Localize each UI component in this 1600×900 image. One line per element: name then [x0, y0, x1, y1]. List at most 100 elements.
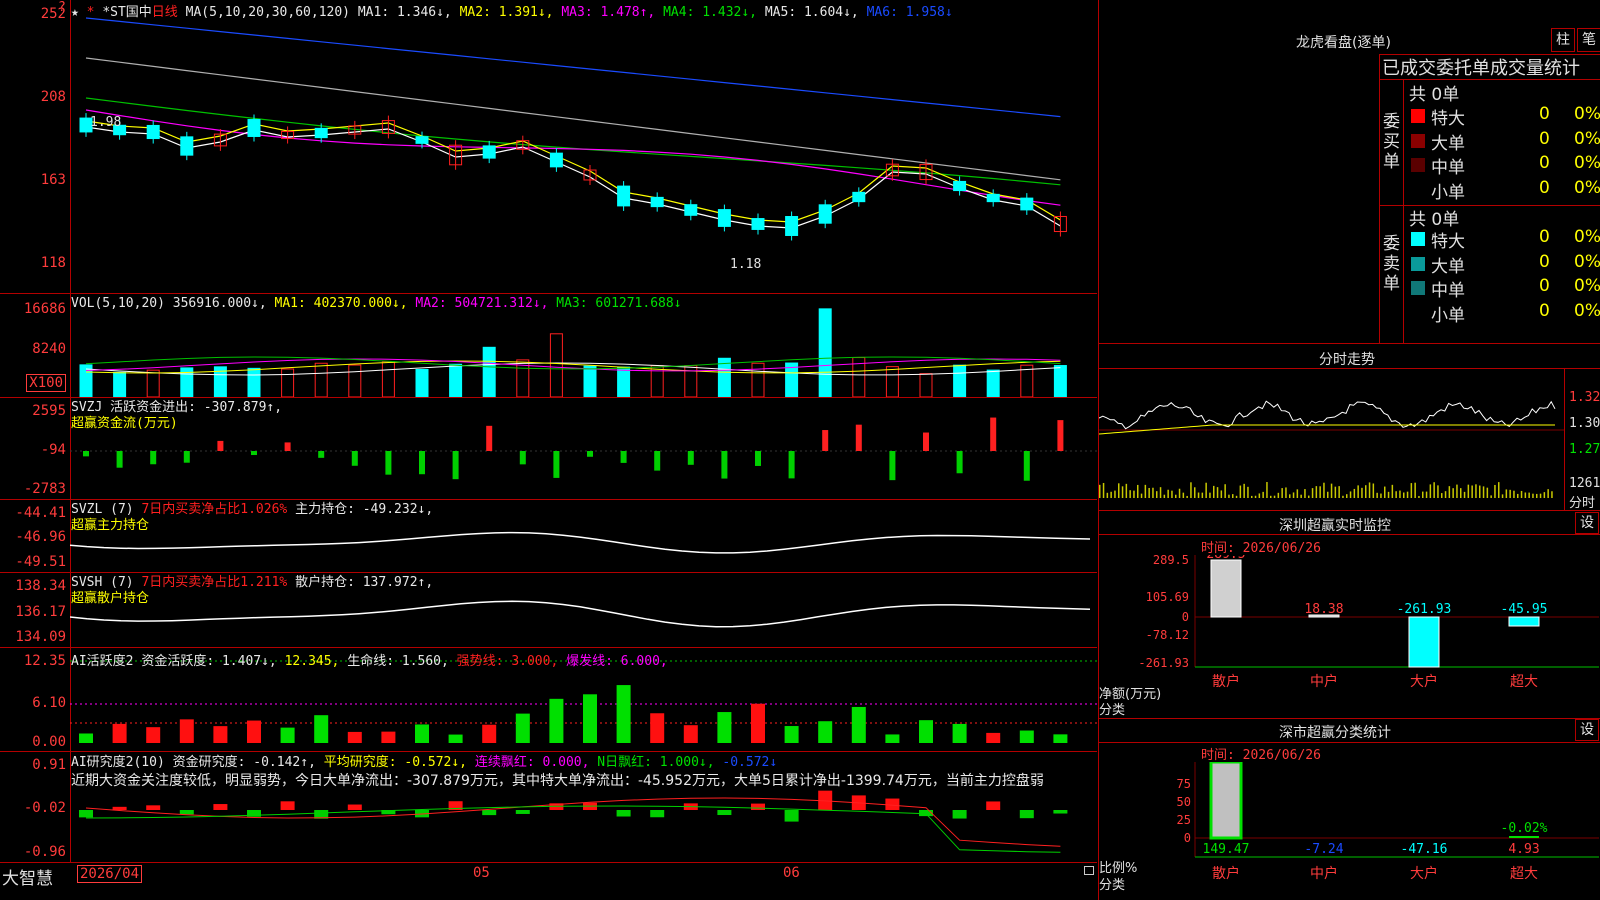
- star-icon[interactable]: ★: [71, 5, 79, 20]
- buy-row-count: 0: [1539, 153, 1550, 173]
- volume-bar: [381, 361, 395, 397]
- svsh-axis: 138.34 136.17 134.09: [0, 573, 71, 648]
- buy-row-pct: 0%: [1574, 104, 1600, 124]
- price-axis-label: 163: [40, 172, 66, 188]
- svzl-axis-label: -44.41: [15, 505, 66, 521]
- volume-bar: [415, 368, 429, 397]
- volume-bar: [885, 366, 899, 397]
- stat-x-label: 分类: [1099, 878, 1126, 893]
- candle-body: [415, 136, 429, 144]
- divider: [1099, 742, 1600, 743]
- volume-tick: [1144, 484, 1147, 498]
- svzj-axis-label: 2595: [32, 403, 66, 419]
- volume-tick: [1346, 494, 1348, 498]
- help-icon[interactable]: ?: [58, 0, 66, 15]
- volume-tick: [1479, 485, 1481, 498]
- ai2-extra: -0.572↓: [722, 755, 778, 770]
- research-bar: [616, 810, 631, 817]
- volume-tick: [1118, 483, 1120, 498]
- moving-average-line: [85, 97, 1061, 186]
- order-stats-subtitle: 已成交委托单成交量统计: [1382, 58, 1580, 79]
- stat-settings-button[interactable]: 设: [1575, 719, 1599, 741]
- money-flow-bar: [183, 451, 190, 463]
- pin-icon[interactable]: *: [87, 5, 95, 20]
- month-label-06: 06: [783, 865, 800, 881]
- activity-bar: [79, 733, 93, 743]
- volume-tick: [1456, 484, 1458, 498]
- stat-axis-label: 50: [1177, 795, 1191, 809]
- volume-tick: [1129, 490, 1131, 498]
- volume-bar: [953, 364, 967, 397]
- money-flow-bar: [486, 425, 493, 451]
- activity-bar: [415, 724, 429, 743]
- monitor-settings-button[interactable]: 设: [1575, 512, 1599, 534]
- volume-tick: [1391, 484, 1394, 498]
- ai1-strong-line: 强势线: 3.000,: [456, 654, 559, 669]
- ai1-axis: 12.35 6.10 0.00: [0, 648, 71, 752]
- ai1-burst-line: 爆发线: 6.000,: [566, 654, 668, 669]
- activity-bar: [549, 698, 564, 743]
- candle-body: [650, 196, 664, 208]
- moving-average-line: [85, 109, 1061, 206]
- sell-legend-swatch: [1411, 306, 1425, 320]
- volume-tick: [1513, 490, 1515, 498]
- monitor-chart-area: 289.5 105.69 0 -78.12 -261.93 289.5 18.38 -261.…: [1099, 555, 1600, 720]
- volume-tick: [1463, 491, 1466, 498]
- volume-tick: [1186, 495, 1188, 498]
- bar-view-button[interactable]: 柱: [1551, 28, 1575, 52]
- volume-tick: [1467, 484, 1470, 498]
- intraday-title: 分时走势: [1319, 352, 1375, 368]
- volume-bar: [281, 368, 295, 397]
- money-flow-bar: [990, 417, 997, 451]
- vol-header: VOL(5,10,20) 356916.000↓, MA1: 402370.00…: [71, 296, 682, 311]
- svzj-header: SVZJ 活跃资金进出: -307.879↑, 超赢资金流(万元): [71, 400, 282, 432]
- volume-tick: [1441, 493, 1443, 498]
- activity-bar: [247, 720, 261, 743]
- intraday-tab[interactable]: 分时: [1569, 492, 1595, 511]
- svzl-header: SVZL (7) 7日内买卖净占比1.026% 主力持仓: -49.232↓, …: [71, 502, 433, 534]
- ma6-value: MA6: 1.958↓: [866, 5, 953, 20]
- volume-tick: [1543, 492, 1546, 498]
- ma-label: MA(5,10,20,30,60,120): [185, 5, 351, 20]
- svzl-axis-label: -46.96: [15, 529, 66, 545]
- intraday-axis-label: 1.300: [1569, 416, 1600, 431]
- sell-legend-swatch: [1411, 256, 1425, 271]
- volume-tick: [1258, 493, 1261, 498]
- activity-bar: [1019, 730, 1034, 743]
- volume-tick: [1292, 492, 1295, 498]
- tick-view-button[interactable]: 笔: [1577, 28, 1600, 52]
- volume-tick: [1547, 489, 1549, 498]
- ai1-lifeline: 生命线: 1.560,: [347, 654, 449, 669]
- research-bar: [347, 804, 362, 810]
- buy-row-count: 0: [1539, 128, 1550, 149]
- svzj-subtitle: 超赢资金流(万元): [71, 416, 178, 431]
- volume-tick: [1152, 487, 1154, 498]
- divider: [1099, 510, 1600, 511]
- date-axis-label: 2026/04: [77, 865, 143, 883]
- price-chart-pane[interactable]: 1.98 1.18: [70, 0, 1097, 294]
- volume-tick: [1308, 495, 1310, 498]
- ma1-value: MA1: 1.346↓,: [357, 5, 452, 20]
- volume-bar: [146, 369, 160, 397]
- ai2-axis-label: -0.02: [23, 800, 66, 816]
- activity-bar: [616, 685, 631, 743]
- volume-tick: [1114, 490, 1116, 498]
- period-label[interactable]: 日线: [152, 5, 178, 20]
- stat-bar: [1209, 762, 1243, 840]
- money-flow-bar: [150, 451, 157, 465]
- monitor-value: 289.5: [1206, 555, 1245, 562]
- ma3-value: MA3: 1.478↑,: [561, 5, 656, 20]
- intraday-chart-area[interactable]: [1099, 370, 1564, 510]
- dragon-tiger-title: 龙虎看盘(逐单): [1296, 35, 1391, 51]
- sell-row-pct: 0%: [1574, 300, 1600, 321]
- volume-tick: [1403, 492, 1405, 498]
- vol-ma1: MA1: 402370.000↓,: [274, 296, 408, 311]
- volume-bar: [314, 362, 328, 397]
- buy-legend-swatch: [1411, 133, 1425, 148]
- volume-tick: [1429, 484, 1432, 498]
- svsh-header: SVSH (7) 7日内买卖净占比1.211% 散户持仓: 137.972↑, …: [71, 575, 433, 607]
- stat-value: 149.47: [1203, 842, 1250, 857]
- lock-icon[interactable]: [1084, 866, 1094, 875]
- buy-legend-swatch: [1411, 183, 1425, 197]
- volume-tick: [1102, 482, 1105, 498]
